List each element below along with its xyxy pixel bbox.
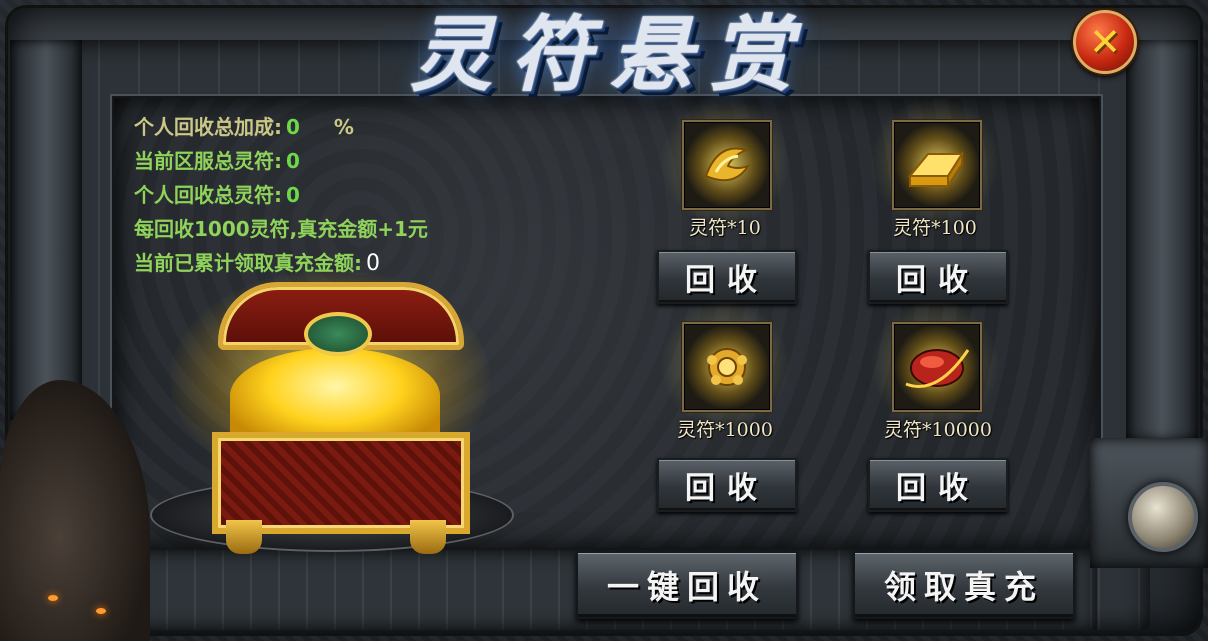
- dragon-eye: [96, 608, 106, 614]
- stat-label: 每回收1000灵符,真充金额+1元: [134, 217, 428, 241]
- reward-window: 灵符悬赏 ✕ 个人回收总加成: 0% 当前区服总灵符: 0 个人回收总灵符: 0 每回…: [0, 0, 1208, 641]
- gold-bar-icon: [907, 150, 964, 190]
- page-title: 灵符悬赏: [410, 6, 810, 103]
- recycle-10000-button[interactable]: 回收: [868, 458, 1008, 512]
- stat-server-total: 当前区服总灵符: 0: [134, 144, 428, 178]
- item-slot-10[interactable]: [682, 120, 772, 210]
- item-label: 灵符*100: [893, 217, 977, 239]
- chest-leg: [410, 520, 446, 554]
- stat-unit: %: [333, 115, 354, 139]
- recycle-1000-button[interactable]: 回收: [657, 458, 797, 512]
- stat-label: 当前区服总灵符:: [134, 149, 282, 173]
- golden-ornament-icon: [707, 348, 747, 386]
- item-label: 灵符*10000: [884, 419, 992, 441]
- close-button[interactable]: ✕: [1073, 10, 1137, 74]
- close-icon: ✕: [1089, 20, 1121, 64]
- stat-value: 0: [286, 115, 300, 139]
- stat-value: 0: [286, 149, 300, 173]
- dragon-eye: [48, 595, 58, 601]
- left-pillar: [10, 40, 82, 420]
- red-gem-icon: [905, 349, 970, 388]
- stat-bonus: 个人回收总加成: 0%: [134, 110, 428, 144]
- item-label: 灵符*1000: [677, 419, 773, 441]
- item-slot-100[interactable]: [892, 120, 982, 210]
- item-slot-10000[interactable]: [892, 322, 982, 412]
- stat-label: 个人回收总加成:: [134, 115, 282, 139]
- golden-talisman-icon: [704, 147, 751, 182]
- recycle-all-button[interactable]: 一键回收: [576, 551, 798, 619]
- stat-value: 0: [286, 183, 300, 207]
- chest-lock: [304, 312, 372, 356]
- item-slot-1000[interactable]: [682, 322, 772, 412]
- stats-panel: 个人回收总加成: 0% 当前区服总灵符: 0 个人回收总灵符: 0 每回收1000灵符…: [134, 110, 428, 281]
- gold-pile: [230, 348, 440, 444]
- item-label: 灵符*10: [689, 217, 761, 239]
- claim-recharge-button[interactable]: 领取真充: [853, 551, 1075, 619]
- right-pillar: [1126, 40, 1198, 440]
- stat-personal-total: 个人回收总灵符: 0: [134, 178, 428, 212]
- stone-orb-icon: [1128, 482, 1198, 552]
- chest-leg: [226, 520, 262, 554]
- stat-rule: 每回收1000灵符,真充金额+1元: [134, 212, 428, 246]
- chest-body: [212, 432, 470, 534]
- stat-label: 个人回收总灵符:: [134, 183, 282, 207]
